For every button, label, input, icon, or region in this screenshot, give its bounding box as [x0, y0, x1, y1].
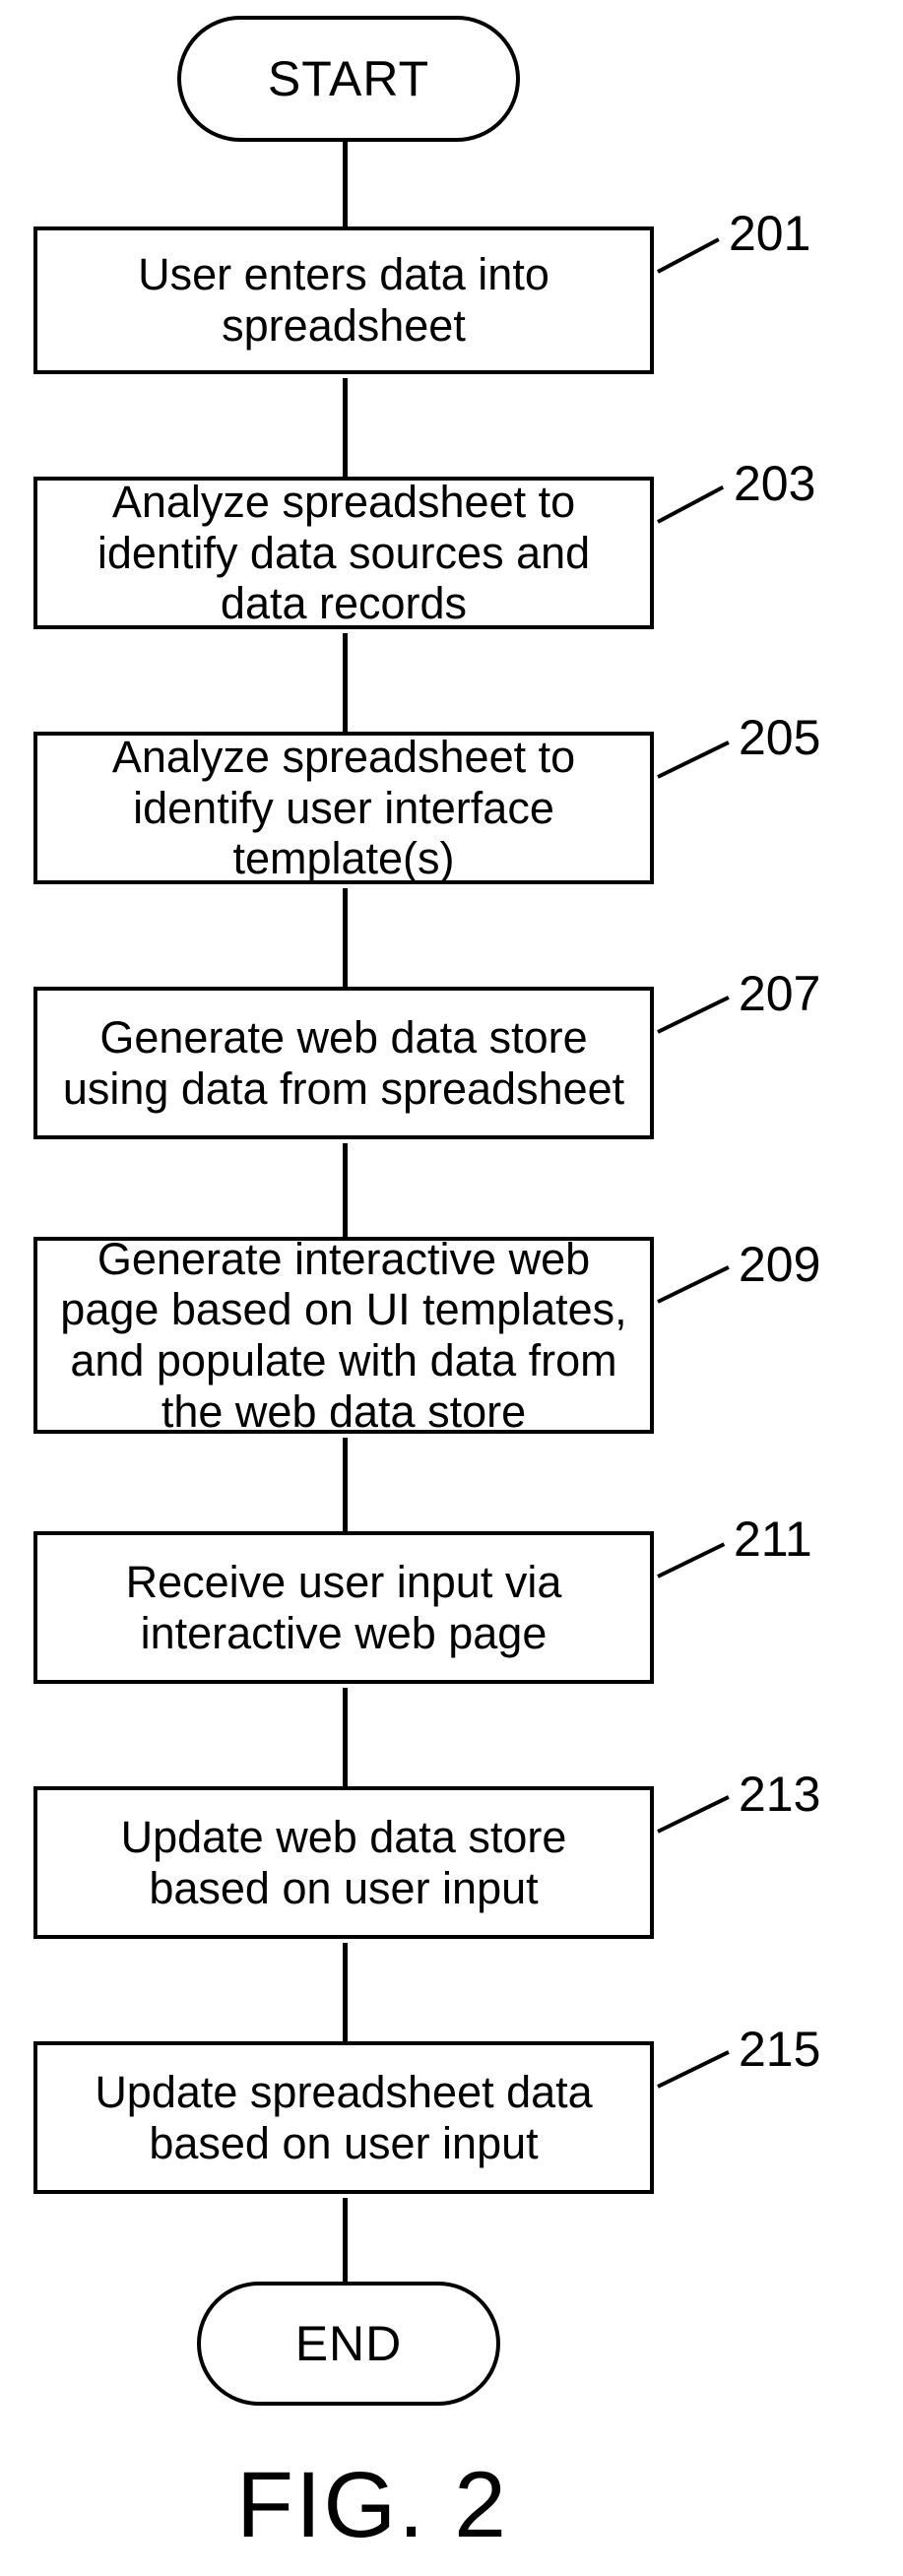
ref-leader: [657, 1542, 725, 1578]
process-box: Update spreadsheet data based on user in…: [33, 2041, 654, 2194]
process-text: User enters data into spreadsheet: [55, 249, 632, 352]
process-box: Receive user input via interactive web p…: [33, 1531, 654, 1684]
connector: [343, 1143, 348, 1237]
ref-leader: [657, 741, 730, 779]
connector: [343, 138, 348, 226]
process-box: Update web data store based on user inpu…: [33, 1786, 654, 1939]
ref-label: 203: [734, 455, 815, 512]
ref-leader: [657, 2050, 730, 2089]
connector: [343, 2198, 348, 2282]
ref-label: 201: [729, 205, 810, 262]
ref-leader: [657, 485, 724, 524]
connector: [343, 1943, 348, 2041]
process-text: Analyze spreadsheet to identify user int…: [55, 732, 632, 884]
process-text: Update web data store based on user inpu…: [55, 1812, 632, 1914]
end-terminator: END: [197, 2282, 500, 2406]
connector: [343, 888, 348, 987]
ref-label: 213: [739, 1766, 820, 1823]
process-box: Generate web data store using data from …: [33, 987, 654, 1139]
ref-label: 209: [739, 1236, 820, 1293]
ref-label: 211: [734, 1511, 812, 1568]
process-box: User enters data into spreadsheet: [33, 226, 654, 374]
connector: [343, 378, 348, 477]
process-text: Update spreadsheet data based on user in…: [55, 2067, 632, 2169]
process-box: Generate interactive web page based on U…: [33, 1237, 654, 1434]
flowchart-canvas: START User enters data into spreadsheet …: [0, 0, 903, 2576]
process-text: Analyze spreadsheet to identify data sou…: [55, 477, 632, 629]
process-text: Generate web data store using data from …: [55, 1012, 632, 1115]
start-terminator: START: [177, 16, 520, 142]
connector: [343, 1438, 348, 1531]
ref-label: 215: [739, 2021, 820, 2078]
figure-label: FIG. 2: [236, 2452, 508, 2559]
process-box: Analyze spreadsheet to identify data sou…: [33, 477, 654, 629]
ref-label: 207: [739, 965, 820, 1022]
ref-leader: [657, 996, 730, 1034]
connector: [343, 633, 348, 732]
connector: [343, 1688, 348, 1786]
end-label: END: [295, 2315, 403, 2372]
start-label: START: [268, 50, 429, 107]
process-text: Generate interactive web page based on U…: [55, 1234, 632, 1438]
process-text: Receive user input via interactive web p…: [55, 1557, 632, 1659]
ref-leader: [657, 1795, 730, 1834]
process-box: Analyze spreadsheet to identify user int…: [33, 732, 654, 884]
ref-leader: [657, 237, 720, 273]
ref-label: 205: [739, 709, 820, 766]
ref-leader: [657, 1265, 730, 1304]
